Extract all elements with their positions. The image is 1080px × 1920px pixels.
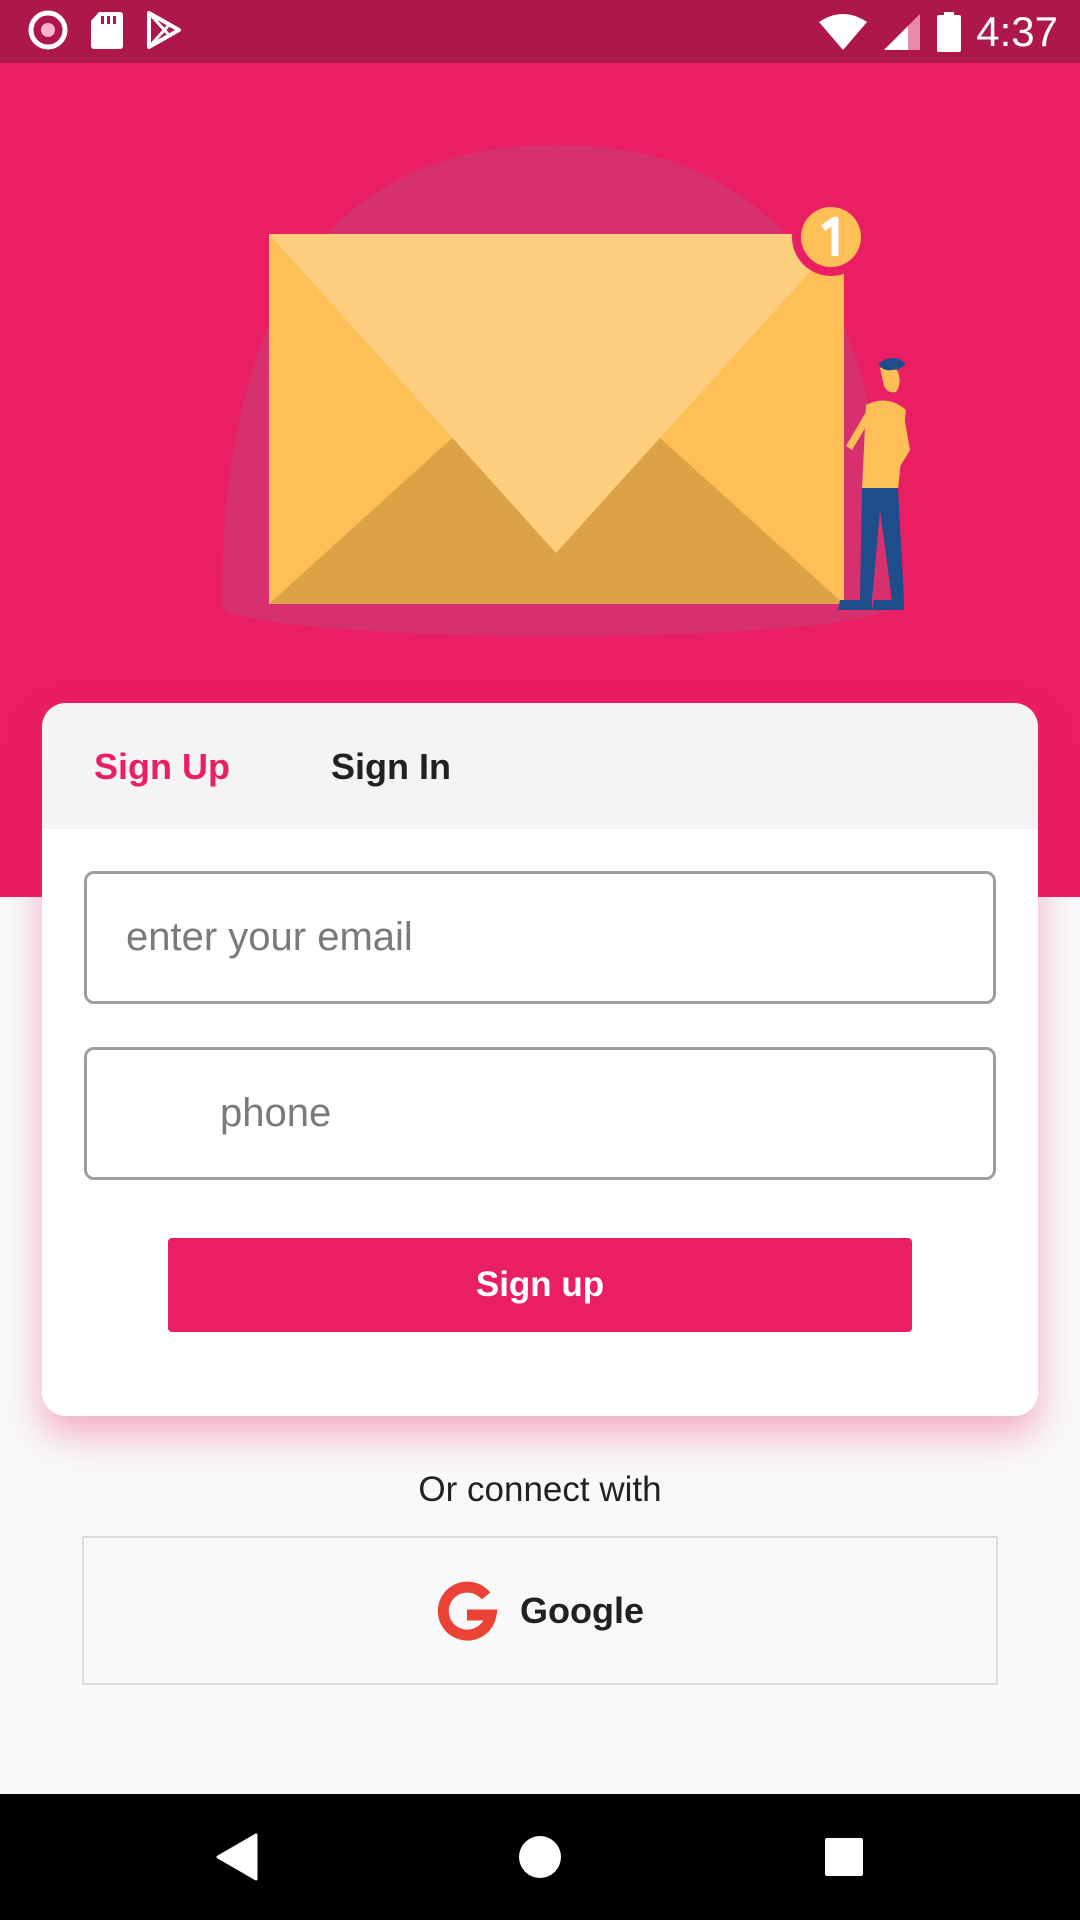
status-time: 4:37 [976,8,1058,55]
sign-up-button[interactable]: Sign up [168,1238,912,1332]
record-icon [28,10,68,50]
sd-card-icon [91,12,123,49]
auth-card: Sign Up Sign In Sign up [42,703,1038,1416]
status-right-icons: 4:37 [818,8,1058,56]
cell-signal-icon [884,14,921,50]
tab-sign-in[interactable]: Sign In [331,743,451,791]
tab-sign-up[interactable]: Sign Up [94,743,230,791]
status-bar: 4:37 [0,0,1080,63]
wifi-icon [819,14,868,50]
google-button-label: Google [520,1589,644,1631]
connect-label: Or connect with [418,1470,662,1509]
home-button[interactable] [507,1824,573,1890]
back-button[interactable] [203,1824,269,1890]
google-button[interactable]: Google [82,1536,998,1685]
play-store-icon [147,11,181,49]
battery-icon [937,12,962,52]
recents-button[interactable] [811,1824,877,1890]
system-nav-bar [0,1794,1080,1920]
phone-field-container [84,1047,996,1180]
tab-bar: Sign Up Sign In [42,703,1038,829]
email-field[interactable] [126,874,986,1001]
notification-badge [792,198,870,276]
email-field-container [84,871,996,1004]
recents-icon [825,1838,863,1876]
phone-field[interactable] [220,1050,980,1177]
status-left-icons [28,10,182,50]
back-icon [216,1833,258,1881]
google-icon [437,1581,498,1641]
home-icon [519,1836,561,1878]
